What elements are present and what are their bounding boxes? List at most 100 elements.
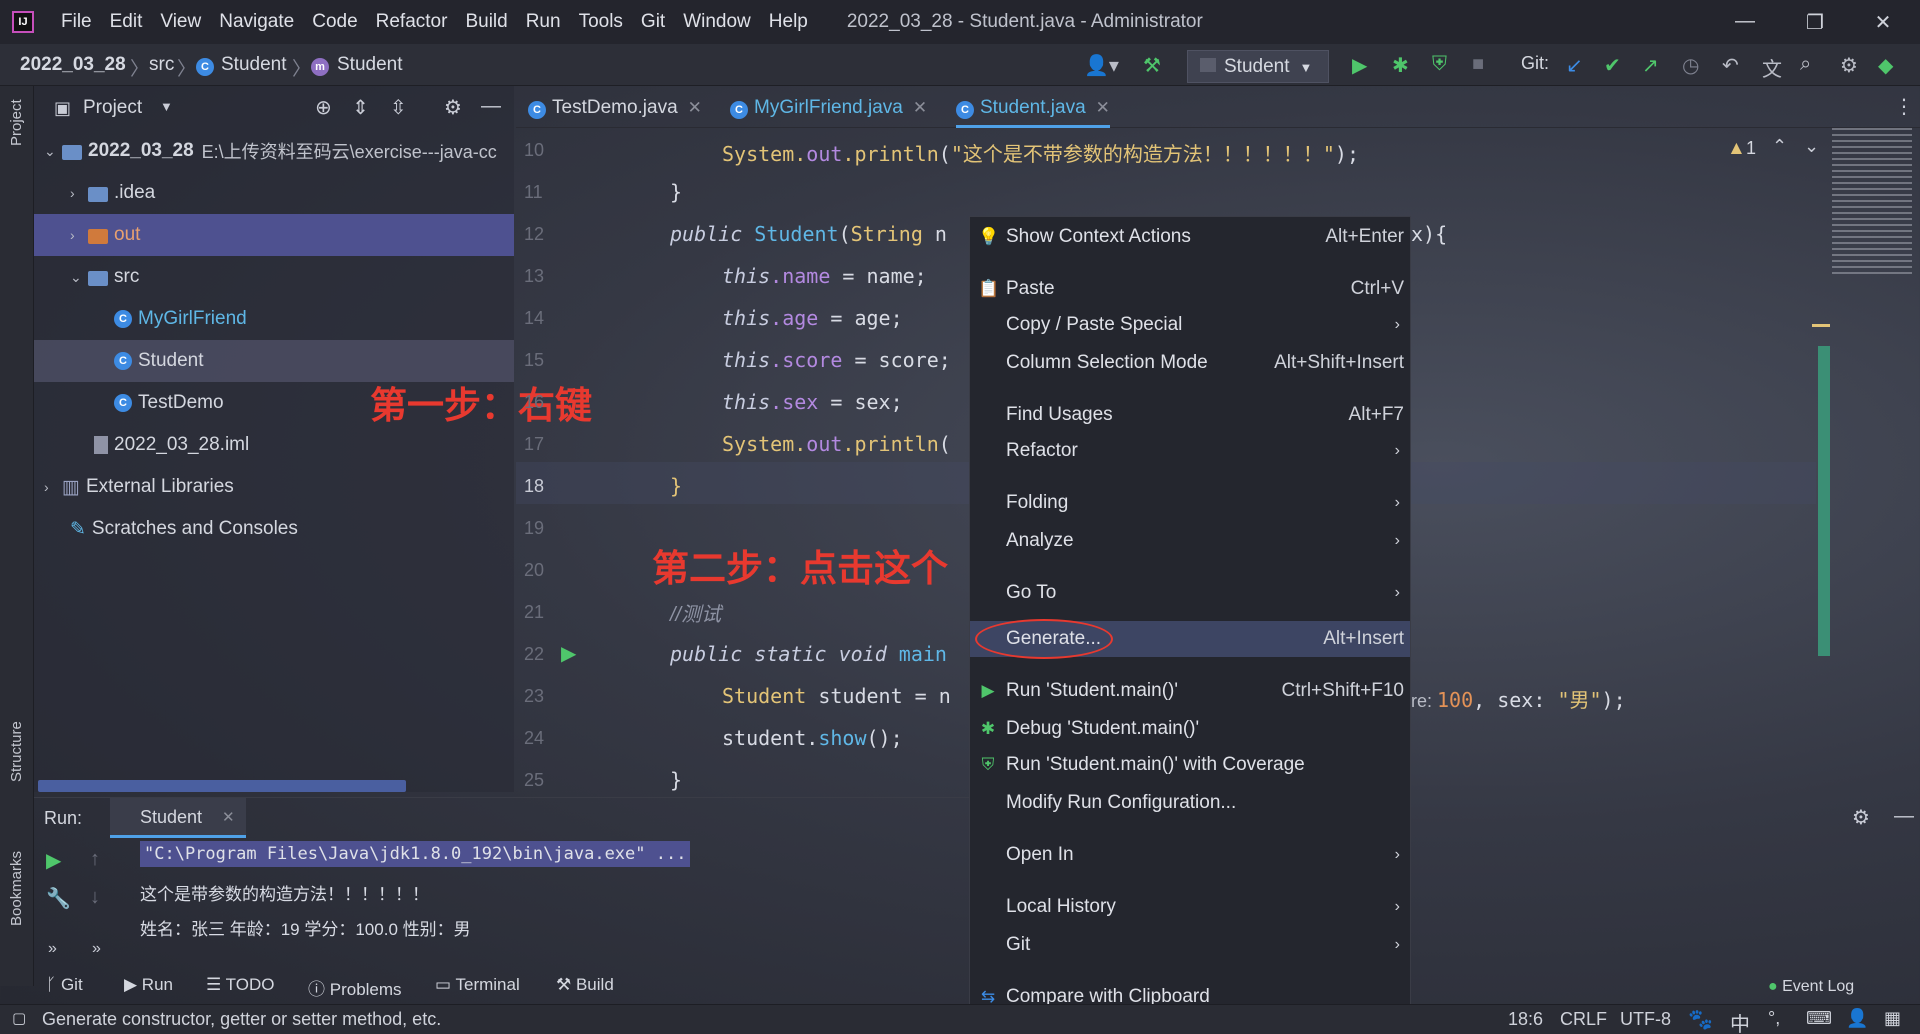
tool-tab-git[interactable]: ᚴ Git [46,975,83,995]
code-line-12-tail[interactable]: x){ [1411,222,1447,246]
tree-item-idea[interactable]: › .idea [34,172,514,214]
coverage-icon[interactable]: ⛨ [1432,53,1447,76]
close-icon[interactable]: ✕ [688,98,702,117]
user-icon[interactable]: 👤▾ [1084,53,1119,78]
tree-item-mygirlfriend[interactable]: C MyGirlFriend [34,298,514,340]
tool-tab-terminal[interactable]: ▭ Terminal [435,975,520,995]
restore-icon[interactable]: ❐ [1800,10,1830,35]
project-header-label[interactable]: Project [83,97,142,119]
chevron-down-icon[interactable]: ⌄ [1804,136,1819,157]
minimap[interactable] [1832,128,1912,278]
run-icon[interactable]: ▶ [1352,53,1367,78]
search-icon[interactable]: ⌕ [1800,53,1811,76]
arrow-up-icon[interactable]: ↑ [90,848,100,871]
tab-mygirlfriend[interactable]: C MyGirlFriend.java ✕ [730,86,927,128]
close-icon[interactable]: ✕ [222,808,235,826]
code-line-16[interactable]: this.sex = sex; [722,390,903,414]
warning-stripe-marker[interactable] [1812,324,1830,327]
code-line-25[interactable]: } [670,768,682,792]
event-log-tab[interactable]: ● Event Log [1768,978,1854,996]
hide-panel-icon[interactable]: — [1894,805,1914,828]
status-toggle-icon[interactable]: ▢ [12,1009,26,1027]
chevron-down-icon[interactable]: ▼ [160,99,173,114]
tool-tab-todo[interactable]: ☰ TODO [206,975,274,995]
menu-git[interactable]: Git [632,11,674,33]
menu-item-modify-run-config[interactable]: Modify Run Configuration... [970,785,1410,821]
code-line-11[interactable]: } [670,180,682,204]
file-encoding[interactable]: UTF-8 [1620,1009,1671,1030]
menu-item-show-context-actions[interactable]: 💡 Show Context Actions Alt+Enter [970,219,1410,255]
more-icon[interactable]: » [92,940,101,958]
structure-tool-tab[interactable]: Structure [8,721,25,782]
run-configuration-select[interactable]: Student ▼ [1187,50,1329,83]
tree-item-project-root[interactable]: ⌄ 2022_03_28 E:\上传资料至码云\exercise---java-… [34,130,514,172]
rollback-icon[interactable]: ↶ [1722,53,1739,78]
git-update-icon[interactable]: ↙ [1566,53,1583,78]
tree-item-external-libraries[interactable]: › ▥ External Libraries [34,466,514,508]
menu-item-column-selection[interactable]: Column Selection Mode Alt+Shift+Insert [970,345,1410,381]
breadcrumb-method[interactable]: Student [337,54,403,76]
close-icon[interactable]: ✕ [913,98,927,117]
git-push-icon[interactable]: ↗ [1642,53,1659,78]
rerun-icon[interactable]: ▶ [46,848,61,873]
menu-item-go-to[interactable]: Go To › [970,575,1410,611]
editor-scrollbar[interactable] [1818,346,1830,656]
code-line-15[interactable]: this.score = score; [722,348,951,372]
punctuation-icon[interactable]: °, [1768,1008,1780,1029]
user-icon[interactable]: 👤 [1846,1008,1868,1029]
tab-student[interactable]: C Student.java ✕ [956,86,1110,128]
menu-item-folding[interactable]: Folding › [970,485,1410,521]
tool-tab-run[interactable]: ▶ Run [124,975,173,995]
chevron-up-icon[interactable]: ⌃ [1772,136,1787,157]
arrow-down-icon[interactable]: ↓ [90,886,100,909]
menu-window[interactable]: Window [674,11,760,33]
close-window-icon[interactable]: ✕ [1868,10,1898,35]
close-icon[interactable]: ✕ [1096,98,1110,117]
menu-file[interactable]: File [52,11,101,33]
menu-view[interactable]: View [151,11,210,33]
warning-icon[interactable]: ▲ [1727,138,1746,160]
run-output-line[interactable]: "C:\Program Files\Java\jdk1.8.0_192\bin\… [140,841,691,867]
plugin-icon[interactable]: ◆ [1878,53,1893,78]
paw-icon[interactable]: 🐾 [1688,1007,1713,1032]
tool-tab-build[interactable]: ⚒ Build [556,975,614,995]
menu-item-run-coverage[interactable]: ⛨ Run 'Student.main()' with Coverage [970,747,1410,783]
gear-icon[interactable]: ⚙ [1852,805,1870,830]
menu-help[interactable]: Help [760,11,817,33]
menu-item-find-usages[interactable]: Find Usages Alt+F7 [970,397,1410,433]
tree-item-iml[interactable]: 2022_03_28.iml [34,424,514,466]
run-gutter-icon[interactable]: ▶ [561,641,576,666]
menu-item-run-main[interactable]: ▶ Run 'Student.main()' Ctrl+Shift+F10 [970,673,1410,709]
caret-position[interactable]: 18:6 [1508,1009,1543,1030]
code-line-24[interactable]: student.show(); [722,726,903,750]
hide-panel-icon[interactable]: — [481,95,501,118]
menu-navigate[interactable]: Navigate [210,11,303,33]
collapse-all-icon[interactable]: ⇳ [390,95,407,120]
grid-icon[interactable]: ▦ [1884,1008,1901,1029]
menu-tools[interactable]: Tools [570,11,632,33]
gear-icon[interactable]: ⚙ [444,95,462,120]
run-tab-student[interactable]: Student ✕ [110,798,246,838]
ime-indicator[interactable]: 中 [1730,1008,1750,1034]
translate-icon[interactable]: 文 [1762,53,1782,82]
keyboard-icon[interactable]: ⌨ [1806,1008,1832,1029]
code-line-22[interactable]: public static void main [670,642,947,666]
wrench-icon[interactable]: 🔧 [46,886,71,911]
more-icon[interactable]: » [48,940,57,958]
line-separator[interactable]: CRLF [1560,1009,1607,1030]
code-line-21[interactable]: //测试 [670,598,721,627]
menu-build[interactable]: Build [456,11,516,33]
tree-item-scratches[interactable]: ✎ Scratches and Consoles [34,508,514,550]
code-line-10[interactable]: System.out.println("这个是不带参数的构造方法！！！！！！")… [722,138,1359,167]
code-line-13[interactable]: this.name = name; [722,264,927,288]
history-icon[interactable]: ◷ [1682,53,1699,78]
menu-code[interactable]: Code [303,11,366,33]
menu-item-git[interactable]: Git › [970,927,1410,963]
code-line-23[interactable]: Student student = n [722,684,951,708]
stop-icon[interactable]: ■ [1472,53,1484,76]
menu-item-local-history[interactable]: Local History › [970,889,1410,925]
code-line-18[interactable]: } [670,474,682,498]
menu-edit[interactable]: Edit [101,11,152,33]
breadcrumb-project[interactable]: 2022_03_28 [20,54,126,76]
menu-item-copy-paste-special[interactable]: Copy / Paste Special › [970,307,1410,343]
